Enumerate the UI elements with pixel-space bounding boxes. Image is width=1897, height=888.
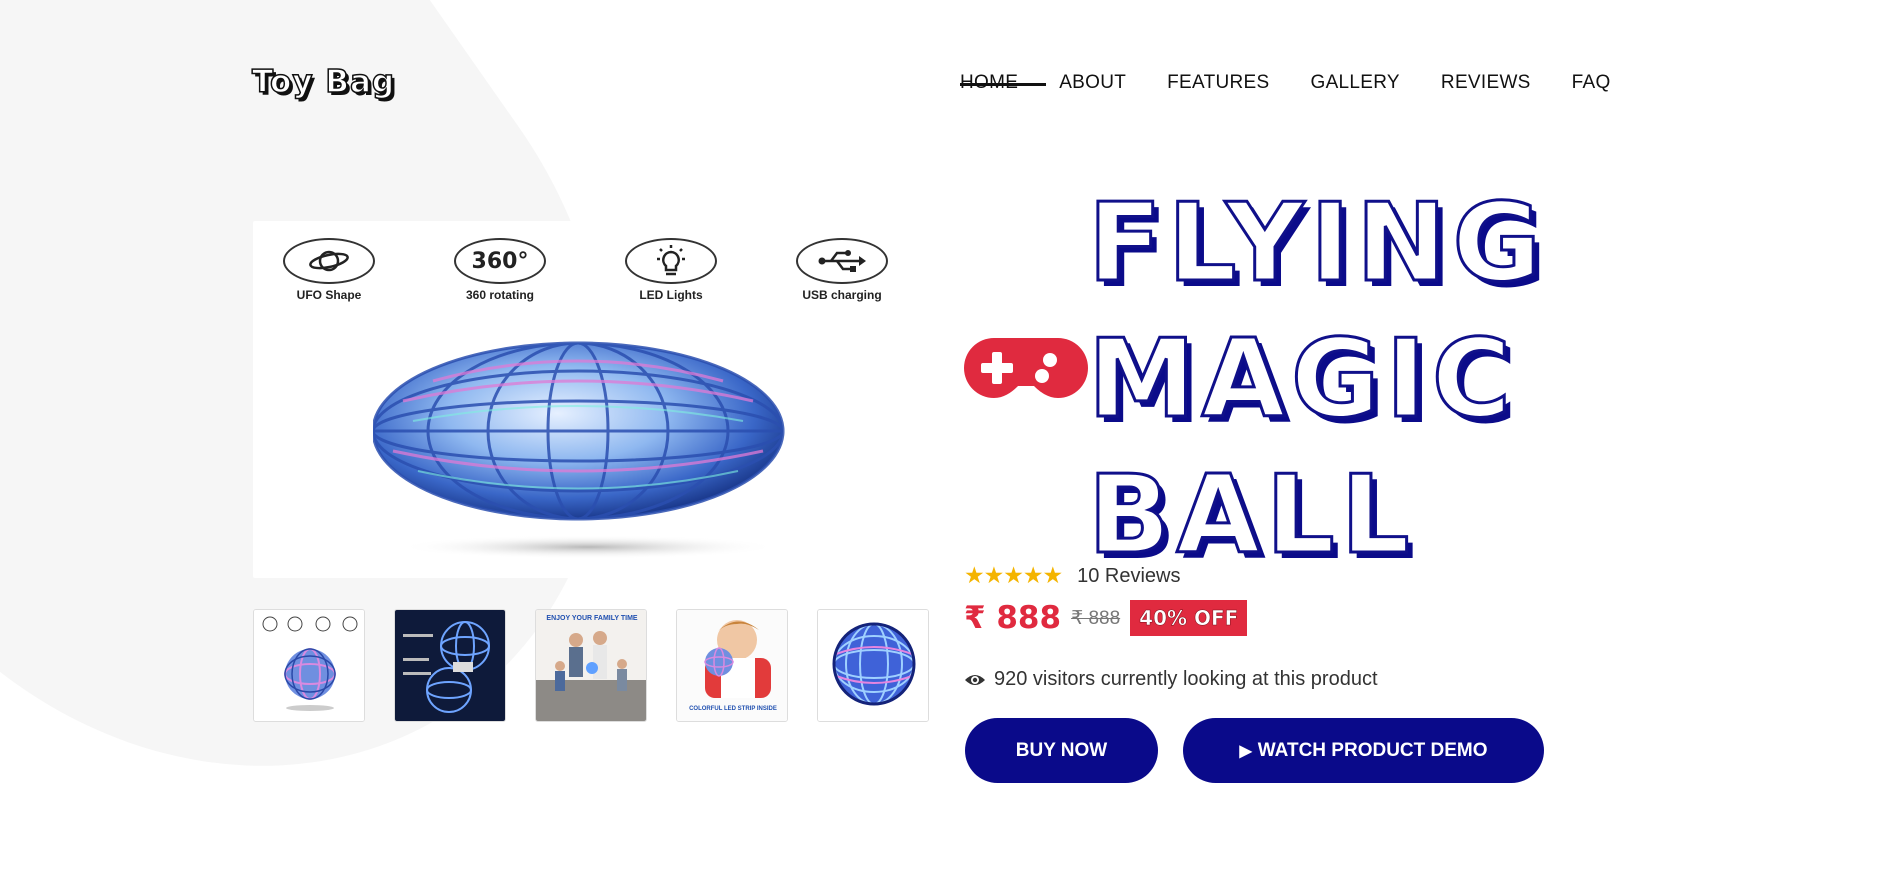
feature-led: LED Lights xyxy=(625,238,717,302)
logo[interactable]: Toy Bag xyxy=(251,63,395,101)
watch-demo-label: WATCH PRODUCT DEMO xyxy=(1257,739,1488,761)
feature-ufo: UFO Shape xyxy=(283,238,375,302)
feature-label: USB charging xyxy=(802,288,882,302)
thumb-caption: COLORFUL LED STRIP INSIDE xyxy=(689,706,777,712)
reviews-count[interactable]: 10 Reviews xyxy=(1077,565,1180,588)
bulb-icon xyxy=(657,245,685,276)
product-title-line: FLYING xyxy=(1086,180,1548,308)
nav-features[interactable]: FEATURES xyxy=(1167,72,1269,94)
star-rating-icon: ★★★★★ xyxy=(964,563,1063,589)
watch-demo-button[interactable]: ▶ WATCH PRODUCT DEMO xyxy=(1183,718,1544,783)
current-price: ₹ 888 xyxy=(964,600,1062,636)
rating: ★★★★★ 10 Reviews xyxy=(964,563,1181,589)
nav-gallery[interactable]: GALLERY xyxy=(1311,72,1400,94)
gamepad-icon xyxy=(964,338,1088,398)
thumbnail-5[interactable] xyxy=(817,609,929,722)
thumbnail-1[interactable] xyxy=(253,609,365,722)
play-icon: ▶ xyxy=(1239,742,1252,760)
visitors-notice: 920 visitors currently looking at this p… xyxy=(964,668,1378,691)
thumbnail-4[interactable]: COLORFUL LED STRIP INSIDE xyxy=(676,609,788,722)
feature-usb: USB charging xyxy=(796,238,888,302)
360-icon: 360° xyxy=(454,238,546,284)
product-title: FLYING MAGIC BALL xyxy=(1086,176,1548,584)
usb-icon xyxy=(818,250,866,272)
buy-now-button[interactable]: BUY NOW xyxy=(965,718,1158,783)
nav-faq[interactable]: FAQ xyxy=(1572,72,1611,94)
feature-360: 360° 360 rotating xyxy=(454,238,546,302)
nav-home[interactable]: HOME xyxy=(960,72,1047,94)
price-row: ₹ 888 ₹ 888 40% OFF xyxy=(964,600,1248,636)
planet-icon xyxy=(309,250,349,272)
thumbnail-3[interactable]: ENJOY YOUR FAMILY TIME xyxy=(535,609,647,722)
feature-label: 360 rotating xyxy=(465,288,534,302)
flying-ball-image xyxy=(373,341,785,559)
visitors-text: 920 visitors currently looking at this p… xyxy=(994,668,1378,690)
thumbnail-2[interactable] xyxy=(394,609,506,722)
product-title-line: MAGIC xyxy=(1086,316,1518,444)
thumb-caption: ENJOY YOUR FAMILY TIME xyxy=(546,615,637,622)
eye-icon xyxy=(965,674,985,685)
feature-label: LED Lights xyxy=(639,288,703,302)
original-price: ₹ 888 xyxy=(1071,607,1121,629)
feature-label: UFO Shape xyxy=(296,288,362,302)
nav-reviews[interactable]: REVIEWS xyxy=(1441,72,1531,94)
main-nav: HOME ABOUT FEATURES GALLERY REVIEWS FAQ xyxy=(960,72,1611,94)
discount-badge: 40% OFF xyxy=(1130,600,1248,636)
nav-about[interactable]: ABOUT xyxy=(1059,72,1126,94)
main-product-image: UFO Shape 360° 360 rotating LED Lights U… xyxy=(253,221,930,578)
thumbnail-gallery: ENJOY YOUR FAMILY TIME COLORFUL LED STRI… xyxy=(253,609,929,722)
feature-icons: UFO Shape 360° 360 rotating LED Lights U… xyxy=(283,238,888,302)
